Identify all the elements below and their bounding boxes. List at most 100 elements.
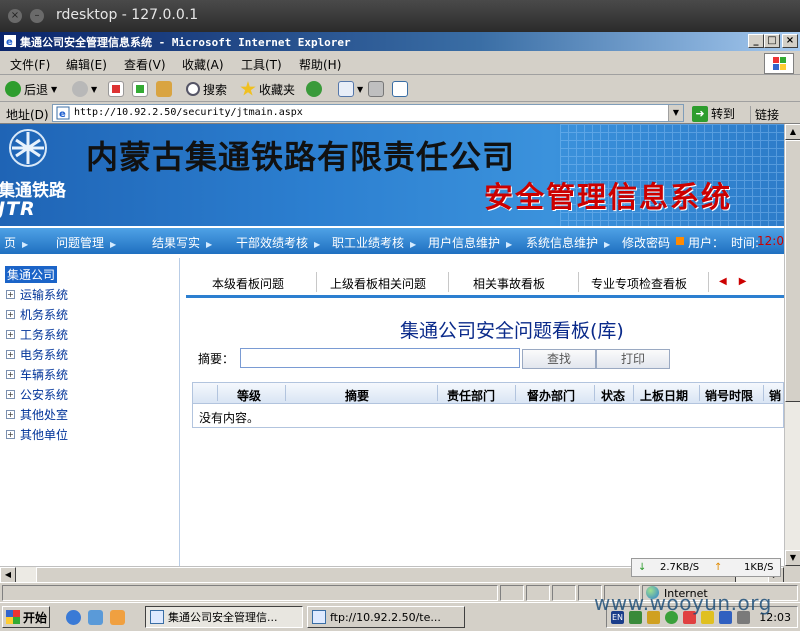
expand-plus-icon[interactable]: + — [6, 309, 15, 319]
nav-item-staff-review[interactable]: 职工业绩考核 ▶ — [332, 234, 416, 251]
chevron-right-icon: ▶ — [22, 240, 29, 249]
window-minimize-button[interactable]: _ — [748, 34, 764, 48]
column-deadline[interactable]: 销号时限 — [705, 387, 753, 404]
edit-page-icon — [392, 81, 408, 97]
column-responsible-dept[interactable]: 责任部门 — [447, 387, 495, 404]
address-dropdown-icon[interactable]: ▼ — [668, 105, 683, 121]
tab-accident-board[interactable]: 相关事故看板 — [473, 275, 545, 292]
tree-node[interactable]: + 公安系统 — [6, 385, 68, 403]
tab-prev-icon[interactable]: ◀ — [719, 276, 739, 287]
home-button[interactable] — [156, 79, 172, 99]
nav-item-user-maint[interactable]: 用户信息维护 ▶ — [428, 234, 512, 251]
address-url: http://10.92.2.50/security/jtmain.aspx — [74, 107, 303, 118]
status-text-cell — [2, 585, 498, 601]
expand-plus-icon[interactable]: + — [6, 409, 15, 419]
edit-button[interactable] — [392, 79, 408, 99]
history-icon — [306, 81, 322, 97]
svg-text:e: e — [59, 109, 66, 120]
tree-node[interactable]: + 工务系统 — [6, 325, 68, 343]
tree-node[interactable]: + 其他处室 — [6, 405, 68, 423]
search-button[interactable]: 搜索 — [186, 79, 227, 99]
tree-root[interactable]: 集通公司 — [5, 266, 58, 283]
start-button[interactable]: 开始 — [2, 606, 50, 628]
quicklaunch-ie-icon[interactable] — [66, 610, 81, 625]
column-posted-date[interactable]: 上板日期 — [640, 387, 688, 404]
ie-icon: e — [4, 35, 16, 48]
column-closed[interactable]: 销 — [769, 387, 781, 404]
rdesktop-close-button[interactable]: × — [8, 9, 22, 23]
expand-plus-icon[interactable]: + — [6, 349, 15, 359]
tab-divider — [578, 272, 579, 292]
tree-node[interactable]: + 机务系统 — [6, 305, 68, 323]
forward-button[interactable]: ▼ — [72, 79, 97, 99]
column-status[interactable]: 状态 — [601, 387, 625, 404]
tab-upper-board[interactable]: 上级看板相关问题 — [330, 275, 426, 292]
expand-plus-icon[interactable]: + — [6, 369, 15, 379]
vertical-scroll-thumb[interactable] — [785, 140, 800, 402]
column-divider — [633, 385, 634, 401]
scroll-down-icon[interactable]: ▼ — [785, 550, 800, 566]
print-board-button[interactable]: 打印 — [596, 349, 670, 369]
refresh-button[interactable] — [132, 79, 148, 99]
favorites-button[interactable]: 收藏夹 — [240, 79, 295, 99]
back-button[interactable]: 后退 ▼ — [5, 79, 57, 99]
tree-node[interactable]: + 车辆系统 — [6, 365, 68, 383]
scroll-up-icon[interactable]: ▲ — [785, 124, 800, 140]
menu-file[interactable]: 文件(F) — [10, 56, 50, 73]
tab-local-board[interactable]: 本级看板问题 — [212, 275, 284, 292]
nav-item-issues[interactable]: 问题管理 ▶ — [56, 234, 116, 251]
taskbar-item-ftp[interactable]: ftp://10.92.2.50/te... — [307, 606, 465, 628]
tree-node-label: 其他单位 — [20, 427, 69, 442]
quicklaunch-outlook-icon[interactable] — [88, 610, 103, 625]
tree-node-label: 机务系统 — [20, 307, 69, 322]
window-maximize-button[interactable]: □ — [764, 34, 780, 48]
expand-plus-icon[interactable]: + — [6, 289, 15, 299]
search-icon — [186, 82, 200, 96]
rdesktop-titlebar: × – rdesktop - 127.0.0.1 — [0, 0, 800, 32]
expand-plus-icon[interactable]: + — [6, 329, 15, 339]
go-button[interactable]: ➜ 转到 — [692, 105, 735, 122]
menu-tools[interactable]: 工具(T) — [241, 56, 282, 73]
print-button[interactable] — [368, 79, 384, 99]
tab-special-check-board[interactable]: 专业专项检查看板 — [591, 275, 687, 292]
tree-node[interactable]: + 电务系统 — [6, 345, 68, 363]
window-close-button[interactable]: × — [782, 34, 798, 48]
tree-node[interactable]: + 运输系统 — [6, 285, 68, 303]
menu-view[interactable]: 查看(V) — [124, 56, 166, 73]
nav-item-results[interactable]: 结果写实 ▶ — [152, 234, 212, 251]
rdesktop-minimize-button[interactable]: – — [30, 9, 44, 23]
column-supervising-dept[interactable]: 督办部门 — [527, 387, 575, 404]
stop-button[interactable] — [108, 79, 124, 99]
menu-favorites[interactable]: 收藏(A) — [182, 56, 224, 73]
nav-label: 职工业绩考核 — [332, 236, 405, 250]
nav-item-home[interactable]: 页 ▶ — [4, 234, 28, 251]
main-nav: 页 ▶ 问题管理 ▶ 结果写实 ▶ 干部效绩考核 ▶ 职工业绩考核 ▶ 用户信息维护 ▶ 系… — [0, 228, 784, 254]
history-button[interactable] — [306, 79, 322, 99]
menu-help[interactable]: 帮助(H) — [299, 56, 341, 73]
nav-item-cadre-review[interactable]: 干部效绩考核 ▶ — [236, 234, 320, 251]
scroll-left-icon[interactable]: ◀ — [0, 567, 16, 583]
column-summary[interactable]: 摘要 — [345, 387, 369, 404]
menu-edit[interactable]: 编辑(E) — [66, 56, 107, 73]
user-marker-icon — [676, 237, 684, 245]
summary-input[interactable] — [240, 348, 520, 368]
nav-item-change-password[interactable]: 修改密码 — [622, 234, 670, 251]
logo-english-text: JTR — [0, 198, 36, 220]
nav-label: 系统信息维护 — [526, 236, 599, 250]
expand-plus-icon[interactable]: + — [6, 389, 15, 399]
address-input[interactable]: e http://10.92.2.50/security/jtmain.aspx… — [52, 104, 684, 122]
expand-plus-icon[interactable]: + — [6, 429, 15, 439]
mail-button[interactable]: ▼ — [338, 79, 363, 99]
taskbar-item-ie[interactable]: 集通公司安全管理信... — [145, 606, 303, 628]
quicklaunch-desktop-icon[interactable] — [110, 610, 125, 625]
links-button[interactable]: 链接 — [750, 106, 779, 123]
column-level[interactable]: 等级 — [237, 387, 261, 404]
time-label: 时间: — [731, 236, 760, 250]
back-dropdown-icon: ▼ — [51, 84, 58, 94]
find-button[interactable]: 查找 — [522, 349, 596, 369]
ftp-task-icon — [312, 610, 326, 624]
tab-next-icon[interactable]: ▶ — [739, 276, 759, 287]
vertical-scrollbar[interactable]: ▲ ▼ — [784, 124, 800, 566]
tree-node[interactable]: + 其他单位 — [6, 425, 68, 443]
nav-item-system-maint[interactable]: 系统信息维护 ▶ — [526, 234, 610, 251]
